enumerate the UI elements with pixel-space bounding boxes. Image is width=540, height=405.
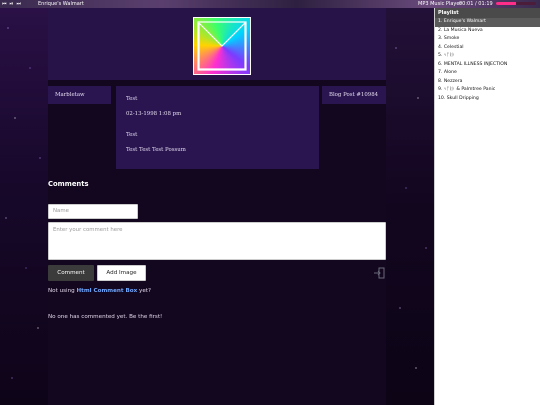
comment-button[interactable]: Comment: [48, 265, 94, 281]
blog-post-number: Blog Post #10984: [329, 92, 379, 98]
m-logo-icon: [193, 17, 251, 75]
comment-textarea[interactable]: Enter your comment here: [48, 222, 386, 260]
player-controls: ⏮ ⏯ ⏭: [2, 0, 21, 8]
post-date: 02-13-1998 1:08 pm: [126, 111, 182, 117]
login-icon[interactable]: [373, 264, 385, 279]
add-image-button[interactable]: Add Image: [97, 265, 146, 281]
playlist-list: 1. Enrique's Walmart 2. La Musica Nueva …: [435, 18, 540, 103]
play-pause-icon[interactable]: ⏯: [10, 0, 14, 8]
starry-background-right: [386, 8, 434, 405]
previous-track-icon[interactable]: ⏮: [2, 0, 7, 8]
track-time: 00:01 / 01:19: [459, 1, 493, 7]
empty-comments-message: No one has commented yet. Be the first!: [48, 314, 163, 320]
post-subtitle: Test: [126, 132, 138, 138]
playlist-item[interactable]: 3. Smoke: [435, 35, 540, 44]
progress-bar[interactable]: [496, 2, 536, 5]
playlist-item[interactable]: 10. Skull Dripping: [435, 95, 540, 104]
blog-post-number-box: Blog Post #10984: [322, 86, 386, 104]
html-comment-box-link[interactable]: Html Comment Box: [76, 288, 137, 294]
powered-by-suffix: yet?: [139, 288, 151, 294]
playlist-item[interactable]: 4. Celestial: [435, 44, 540, 53]
playlist-item[interactable]: 7. Alone: [435, 69, 540, 78]
powered-by-text: Not using Html Comment Box yet?: [48, 288, 151, 294]
post-title: Test: [126, 96, 138, 102]
starry-background-left: [0, 8, 48, 405]
playlist-item[interactable]: 5. ᛃᚩᚱᚦ: [435, 52, 540, 61]
author-box: Marbletaw: [48, 86, 111, 104]
post-body: Test Test Test Possum: [126, 147, 186, 153]
playlist-item[interactable]: 1. Enrique's Walmart: [435, 18, 540, 27]
post-box: Test 02-13-1998 1:08 pm Test Test Test T…: [116, 86, 319, 169]
name-input[interactable]: Name: [48, 204, 138, 219]
logo-graphic: [197, 21, 247, 71]
powered-by-prefix: Not using: [48, 288, 75, 294]
comments-heading: Comments: [48, 180, 89, 188]
playlist-item[interactable]: 2. La Musica Nueva: [435, 27, 540, 36]
next-track-icon[interactable]: ⏭: [17, 0, 22, 8]
playlist-item[interactable]: 6. MENTAL ILLNESS INJECTION: [435, 61, 540, 70]
progress-fill: [496, 2, 516, 5]
playlist-panel: Playlist 1. Enrique's Walmart 2. La Musi…: [434, 8, 540, 405]
playlist-item[interactable]: 8. Nezzera: [435, 78, 540, 87]
music-player-bar: ⏮ ⏯ ⏭ Enrique's Walmart MP3 Music Player…: [0, 0, 540, 8]
player-label: MP3 Music Player: [418, 1, 462, 7]
playlist-item[interactable]: 9. ᛃᚩᚱᚦ & Palmtree Panic: [435, 86, 540, 95]
author-name[interactable]: Marbletaw: [55, 92, 85, 98]
playlist-title: Playlist: [435, 8, 540, 18]
now-playing-title: Enrique's Walmart: [38, 1, 84, 7]
